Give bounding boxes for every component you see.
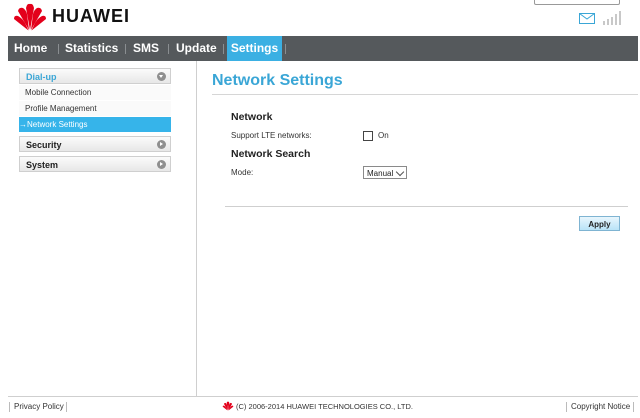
nav-sms[interactable]: SMS [133,36,159,61]
footer-separator [9,402,10,412]
huawei-logo [14,3,46,31]
nav-separator [58,44,59,54]
network-search-heading: Network Search [231,148,311,160]
sidebar-section-security[interactable]: Security [19,136,171,152]
footer-separator [633,402,634,412]
sidebar-section-dialup[interactable]: Dial-up [19,68,171,84]
lte-label: Support LTE networks: [231,131,312,140]
lte-checkbox[interactable] [363,131,373,141]
nav-separator [125,44,126,54]
sidebar-item-label: Mobile Connection [25,88,92,97]
chevron-down-icon [157,72,166,81]
main-nav: Home Statistics SMS Update Settings [8,36,638,61]
footer-separator [66,402,67,412]
sidebar-section-label: Dial-up [26,72,57,82]
copyright-text: (C) 2006-2014 HUAWEI TECHNOLOGIES CO., L… [236,402,413,411]
nav-update[interactable]: Update [176,36,217,61]
sidebar-section-label: Security [26,140,62,150]
nav-statistics[interactable]: Statistics [65,36,118,61]
nav-home[interactable]: Home [14,36,47,61]
divider [212,94,638,95]
mode-select-value: Manual [367,169,394,178]
page-title: Network Settings [212,72,343,89]
sidebar-item-profile-management[interactable]: Profile Management [19,101,171,116]
language-select[interactable] [534,0,620,5]
sidebar-section-label: System [26,160,59,170]
sidebar: Dial-up Mobile Connection Profile Manage… [8,61,197,396]
divider [225,206,628,207]
sidebar-section-system[interactable]: System [19,156,171,172]
footer-divider [8,396,638,397]
apply-button[interactable]: Apply [579,216,620,231]
sidebar-item-label: Profile Management [25,104,97,113]
huawei-logo [222,401,234,411]
chevron-right-icon [157,160,166,169]
privacy-policy-link[interactable]: Privacy Policy [14,402,64,411]
chevron-right-icon [157,140,166,149]
copyright-notice-link[interactable]: Copyright Notice [571,402,630,411]
sidebar-item-label: Network Settings [27,120,88,129]
sidebar-item-mobile-connection[interactable]: Mobile Connection [19,85,171,100]
sidebar-item-network-settings[interactable]: →Network Settings [19,117,171,132]
mode-select[interactable]: Manual [363,166,407,179]
header: HUAWEI [0,0,640,36]
footer-separator [566,402,567,412]
signal-icon [603,11,621,25]
mode-label: Mode: [231,168,254,177]
chevron-down-icon [395,167,405,177]
network-heading: Network [231,111,273,123]
nav-separator [285,44,286,54]
nav-settings[interactable]: Settings [227,36,282,61]
brand-name: HUAWEI [52,6,130,26]
nav-separator [223,44,224,54]
nav-separator [168,44,169,54]
mail-icon[interactable] [579,13,595,24]
arrow-right-icon: → [19,120,27,129]
lte-on-label: On [378,131,389,140]
